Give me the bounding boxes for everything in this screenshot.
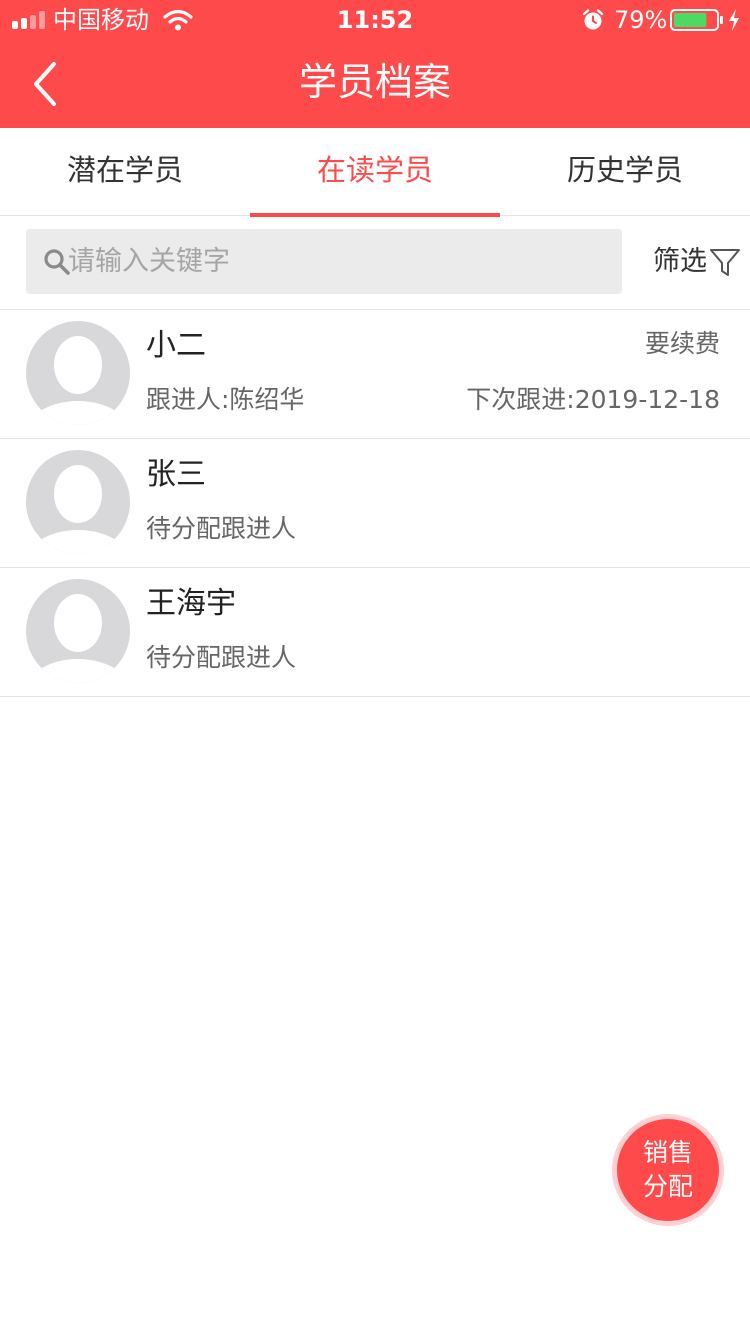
student-list-item[interactable]: 小二 要续费 跟进人:陈绍华 下次跟进:2019-12-18	[0, 310, 750, 439]
student-list: 小二 要续费 跟进人:陈绍华 下次跟进:2019-12-18 张三 待分配跟进人	[0, 310, 750, 697]
avatar	[26, 579, 130, 683]
avatar	[26, 321, 130, 425]
search-box[interactable]	[26, 229, 622, 294]
search-row: 筛选	[0, 216, 750, 310]
student-tabs: 潜在学员 在读学员 历史学员	[0, 128, 750, 217]
student-name: 王海宇	[146, 586, 236, 621]
student-list-item[interactable]: 张三 待分配跟进人	[0, 439, 750, 568]
tab-current-students[interactable]: 在读学员	[250, 128, 500, 217]
search-icon	[44, 249, 70, 275]
search-input[interactable]	[68, 229, 608, 294]
filter-label: 筛选	[653, 246, 707, 277]
status-tag: 要续费	[644, 329, 720, 358]
avatar-placeholder-icon	[26, 336, 130, 425]
nav-bar: 学员档案	[0, 40, 750, 128]
follower-text: 跟进人:陈绍华	[146, 385, 305, 414]
alarm-icon	[582, 9, 604, 30]
student-list-item[interactable]: 王海宇 待分配跟进人	[0, 568, 750, 697]
app-header: 中国移动 11:52 79% 学员档案	[0, 0, 750, 128]
tab-potential-students[interactable]: 潜在学员	[0, 128, 250, 216]
avatar	[26, 450, 130, 554]
filter-button[interactable]: 筛选	[653, 242, 741, 282]
student-name: 张三	[146, 457, 206, 492]
tab-history-students[interactable]: 历史学员	[500, 128, 750, 216]
screen: 中国移动 11:52 79% 学员档案 潜在学员 在读学员 历史学员 请输入关键…	[0, 0, 750, 1334]
page-title: 学员档案	[298, 60, 451, 104]
follower-text: 待分配跟进人	[146, 643, 297, 672]
status-bar: 中国移动 11:52 79%	[0, 0, 750, 40]
charging-bolt-icon	[729, 9, 739, 31]
fab-label-line1: 销售	[642, 1138, 693, 1167]
student-name: 小二	[146, 328, 206, 363]
fab-label-line2: 分配	[642, 1172, 693, 1201]
follower-text: 待分配跟进人	[146, 514, 297, 543]
avatar-placeholder-icon	[26, 594, 130, 683]
battery-icon	[670, 9, 723, 31]
battery-percentage: 79%	[614, 6, 668, 34]
avatar-placeholder-icon	[26, 465, 130, 554]
filter-icon	[710, 249, 740, 276]
sales-assign-button[interactable]: 销售 分配	[617, 1119, 719, 1221]
next-followup-date: 下次跟进:2019-12-18	[466, 385, 720, 414]
